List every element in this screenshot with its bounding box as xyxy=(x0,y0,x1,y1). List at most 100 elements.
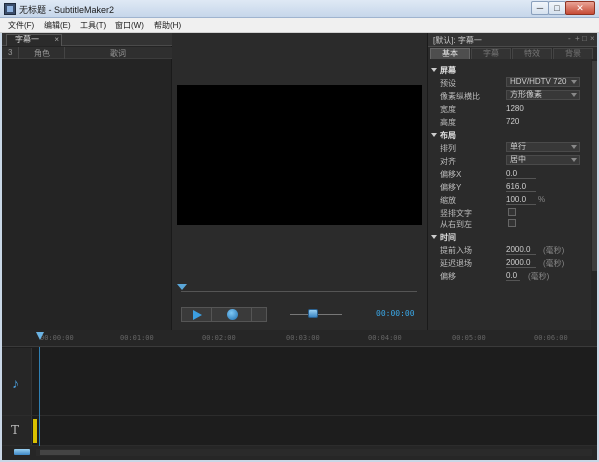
preset-label: 预设 xyxy=(440,79,456,88)
seek-bar[interactable] xyxy=(181,291,417,292)
preset-select[interactable]: HDV/HDTV 720 xyxy=(506,77,580,87)
tick-label: 00:02:00 xyxy=(202,334,236,342)
subtitle-panel: 字幕一 × 3 角色 歌词 xyxy=(2,33,172,345)
offset-x-label: 偏移X xyxy=(440,170,462,179)
align-label: 对齐 xyxy=(440,157,456,166)
section-screen[interactable]: 屏幕 xyxy=(431,65,456,76)
lead-in-field[interactable]: 2000.0 xyxy=(506,245,536,255)
properties-tabs: 基本 字幕 特效 背景 xyxy=(428,47,597,59)
width-field[interactable]: 1280 xyxy=(506,104,524,113)
vertical-text-checkbox[interactable] xyxy=(508,208,516,216)
timeline-footer xyxy=(2,446,597,460)
scale-unit: % xyxy=(538,195,546,204)
arrange-label: 排列 xyxy=(440,144,456,153)
height-label: 高度 xyxy=(440,118,456,127)
video-screen[interactable] xyxy=(177,85,422,225)
tick-label: 00:05:00 xyxy=(452,334,486,342)
menu-window[interactable]: 窗口(W) xyxy=(115,20,144,31)
aspect-select[interactable]: 方形像素 xyxy=(506,90,580,100)
align-select[interactable]: 居中 xyxy=(506,155,580,165)
music-note-icon: ♪ xyxy=(12,375,19,391)
tab-subtitle-one[interactable]: 字幕一 × xyxy=(6,34,62,46)
chevron-down-icon xyxy=(571,158,577,162)
section-layout[interactable]: 布局 xyxy=(431,130,456,141)
close-tab-icon[interactable]: × xyxy=(54,35,59,45)
tick-label: 00:01:00 xyxy=(120,334,154,342)
offset-time-field[interactable]: 0.0 xyxy=(506,271,520,281)
aspect-label: 像素纵横比 xyxy=(440,92,480,101)
more-button[interactable] xyxy=(252,308,266,321)
title-bar: 无标题 - SubtitleMaker2 ─ □ ✕ xyxy=(0,0,599,18)
minimize-button[interactable]: ─ xyxy=(531,1,549,15)
app-icon xyxy=(4,3,16,15)
lead-in-unit: (毫秒) xyxy=(543,246,565,255)
tab-subtitle[interactable]: 字幕 xyxy=(471,48,511,59)
timeline-scrollbar[interactable] xyxy=(36,449,592,456)
tick-label: 00:00:00 xyxy=(40,334,74,342)
close-panel-button[interactable]: × xyxy=(590,34,595,43)
scale-field[interactable]: 100.0 xyxy=(506,195,536,205)
tick-label: 00:04:00 xyxy=(368,334,402,342)
offset-x-field[interactable]: 0.0 xyxy=(506,169,536,179)
zoom-slider[interactable] xyxy=(14,449,30,455)
record-icon xyxy=(227,309,238,320)
text-track-header: T xyxy=(2,416,32,445)
record-button[interactable] xyxy=(212,308,252,321)
chevron-down-icon xyxy=(571,93,577,97)
tab-basic[interactable]: 基本 xyxy=(430,48,470,59)
time-display: 00:00:00 xyxy=(376,309,415,318)
column-index[interactable]: 3 xyxy=(8,48,12,57)
delay-out-field[interactable]: 2000.0 xyxy=(506,258,536,268)
offset-y-label: 偏移Y xyxy=(440,183,462,192)
rtl-label: 从右到左 xyxy=(440,220,472,229)
lead-in-label: 提前入场 xyxy=(440,246,472,255)
properties-panel: [默认]: 字幕一 - + □ × 基本 字幕 特效 背景 屏幕 预设 HDV/… xyxy=(427,33,597,345)
volume-thumb[interactable] xyxy=(308,309,319,318)
menu-edit[interactable]: 编辑(E) xyxy=(44,20,71,31)
close-button[interactable]: ✕ xyxy=(565,1,595,15)
delay-out-unit: (毫秒) xyxy=(543,259,565,268)
play-icon xyxy=(193,310,202,320)
tab-subtitle-one-label: 字幕一 xyxy=(15,35,39,44)
offset-time-label: 偏移 xyxy=(440,272,456,281)
offset-y-field[interactable]: 616.0 xyxy=(506,182,536,192)
offset-time-unit: (毫秒) xyxy=(528,272,550,281)
add-button[interactable]: + xyxy=(575,34,580,43)
column-role[interactable]: 角色 xyxy=(34,48,50,59)
rtl-checkbox[interactable] xyxy=(508,219,516,227)
properties-scrollbar[interactable] xyxy=(591,59,597,345)
scale-label: 缩放 xyxy=(440,196,456,205)
app-client-area: 字幕一 × 3 角色 歌词 00:00:00 [默认]: 字幕一 - + □ ×… xyxy=(2,33,597,460)
subtitle-clip-marker[interactable] xyxy=(33,419,37,443)
text-track[interactable]: T xyxy=(2,416,597,446)
menu-tools[interactable]: 工具(T) xyxy=(80,20,106,31)
properties-list: 屏幕 预设 HDV/HDTV 720 像素纵横比 方形像素 宽度 1280 高度… xyxy=(428,59,591,345)
width-label: 宽度 xyxy=(440,105,456,114)
tab-effects[interactable]: 特效 xyxy=(512,48,552,59)
text-T-icon: T xyxy=(11,423,20,437)
play-button[interactable] xyxy=(182,308,212,321)
height-field[interactable]: 720 xyxy=(506,117,519,126)
tick-label: 00:06:00 xyxy=(534,334,568,342)
maximize-button[interactable]: □ xyxy=(548,1,566,15)
collapse-button[interactable]: - xyxy=(568,34,571,43)
column-lyrics[interactable]: 歌词 xyxy=(110,48,126,59)
arrange-select[interactable]: 单行 xyxy=(506,142,580,152)
window-title: 无标题 - SubtitleMaker2 xyxy=(19,5,115,15)
seek-handle-icon[interactable] xyxy=(177,284,187,290)
timeline: 00:00:00 00:01:00 00:02:00 00:03:00 00:0… xyxy=(2,330,597,460)
chevron-down-icon xyxy=(571,80,577,84)
playhead-line xyxy=(39,347,40,446)
float-button[interactable]: □ xyxy=(582,34,587,43)
playback-controls xyxy=(181,307,267,322)
menu-file[interactable]: 文件(F) xyxy=(8,20,34,31)
tick-label: 00:03:00 xyxy=(286,334,320,342)
timeline-ruler[interactable]: 00:00:00 00:01:00 00:02:00 00:03:00 00:0… xyxy=(2,330,597,347)
subtitle-grid-header: 3 角色 歌词 xyxy=(2,47,172,59)
menu-help[interactable]: 帮助(H) xyxy=(154,20,181,31)
subtitle-tabbar: 字幕一 × xyxy=(2,33,172,46)
audio-track[interactable]: ♪ xyxy=(2,348,597,416)
tab-background[interactable]: 背景 xyxy=(553,48,593,59)
properties-title: [默认]: 字幕一 xyxy=(433,36,482,45)
section-time[interactable]: 时间 xyxy=(431,232,456,243)
